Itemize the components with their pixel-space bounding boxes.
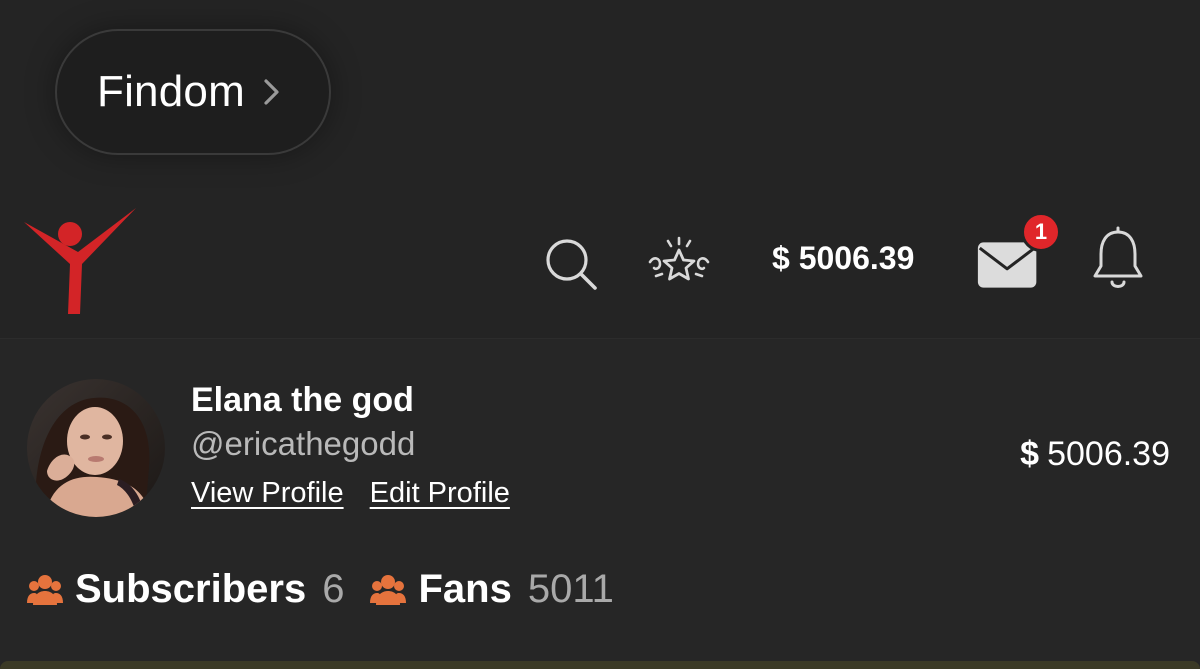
- balance-amount: 5006.39: [1047, 435, 1170, 473]
- category-pill-findom[interactable]: Findom: [55, 29, 331, 155]
- chevron-right-icon: [261, 75, 283, 109]
- profile-card: Elana the god @ericathegodd View Profile…: [0, 338, 1200, 669]
- messages-badge: 1: [1021, 212, 1061, 252]
- sparkle-star-icon[interactable]: [646, 236, 712, 288]
- search-icon[interactable]: [543, 236, 599, 292]
- people-group-icon: [370, 571, 407, 607]
- bell-icon[interactable]: [1090, 226, 1146, 292]
- profile-handle: @ericathegodd: [191, 425, 416, 462]
- top-navbar: $ 5006.39: [0, 196, 1200, 338]
- top-zone: Findom: [0, 0, 1200, 196]
- avatar[interactable]: [27, 379, 165, 517]
- fans-count: 5011: [527, 566, 614, 611]
- subscribers-count: 6: [322, 566, 345, 611]
- subscribers-label: Subscribers: [75, 566, 307, 611]
- wallet-balance[interactable]: $ 5006.39: [772, 240, 914, 277]
- view-profile-link[interactable]: View Profile: [191, 477, 344, 509]
- fans-label: Fans: [418, 566, 512, 611]
- profile-stats: Subscribers 6 Fans 5011: [27, 564, 614, 614]
- brand-logo-icon[interactable]: [24, 208, 138, 318]
- profile-links: View Profile Edit Profile: [191, 477, 528, 510]
- currency-symbol: $: [1020, 435, 1040, 473]
- people-group-icon: [27, 571, 63, 607]
- edit-profile-link[interactable]: Edit Profile: [370, 477, 510, 509]
- category-pill-label: Findom: [97, 67, 245, 116]
- profile-balance: $5006.39: [1020, 435, 1170, 474]
- profile-name: Elana the god: [191, 381, 414, 419]
